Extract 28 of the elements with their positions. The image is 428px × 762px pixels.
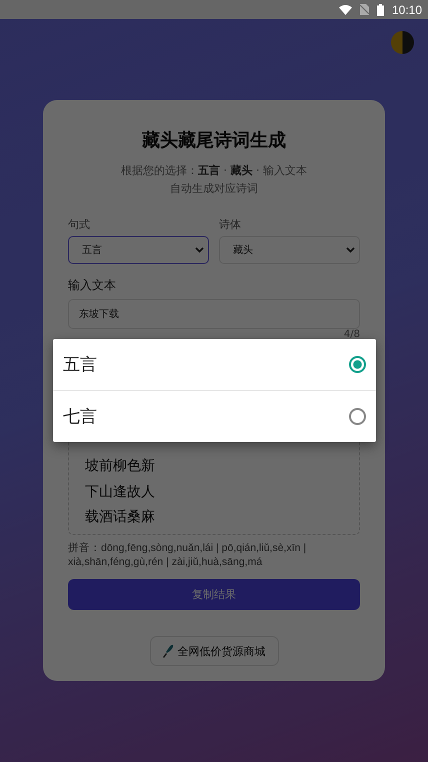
clock-time: 10:10 — [392, 2, 422, 16]
radio-button[interactable] — [349, 408, 366, 425]
character-counter: 4/8 — [344, 329, 360, 341]
chevron-icon — [195, 247, 204, 253]
field-label: 句式 — [68, 217, 91, 232]
wifi-icon — [338, 4, 352, 14]
field-label: 诗体 — [219, 217, 242, 232]
menu-option[interactable]: 七言 — [53, 391, 376, 442]
no-sim-icon — [360, 4, 369, 15]
theme-toggle-icon[interactable] — [391, 31, 414, 54]
page-title: 藏头藏尾诗词生成 — [140, 129, 287, 152]
copy-button[interactable]: 复制结果 — [68, 579, 360, 610]
pinyin-text: 拼音：dōng,fēng,sòng,nuǎn,lái | pō,qián,liǔ,sè,xīn | xià,shān,féng,gù,rén | zài,jiǔ,huà,sāng,má — [68, 541, 308, 569]
menu-option[interactable]: 五言 — [53, 339, 376, 391]
subtitle-text: 根据您的选择：五言 · 藏头 · 输入文本 — [120, 163, 308, 179]
radio-button[interactable] — [349, 356, 366, 373]
field-label: 输入文本 — [68, 277, 116, 294]
subtitle-text: 自动生成对应诗词 — [169, 181, 259, 197]
poem-line: 载酒话桑麻 — [85, 508, 156, 527]
chevron-icon — [346, 247, 355, 253]
poem-line: 坡前柳色新 — [85, 457, 156, 476]
shop-button[interactable]: 全网低价货源商城 — [150, 636, 278, 666]
poem-line: 下山逢故人 — [85, 482, 156, 502]
dropdown-select[interactable]: 藏头 — [219, 236, 360, 264]
brush-icon — [162, 644, 174, 658]
text-input-field[interactable]: 东坡下载 — [68, 299, 360, 329]
dropdown-select[interactable]: 五言 — [68, 236, 209, 264]
battery-icon — [376, 4, 384, 16]
